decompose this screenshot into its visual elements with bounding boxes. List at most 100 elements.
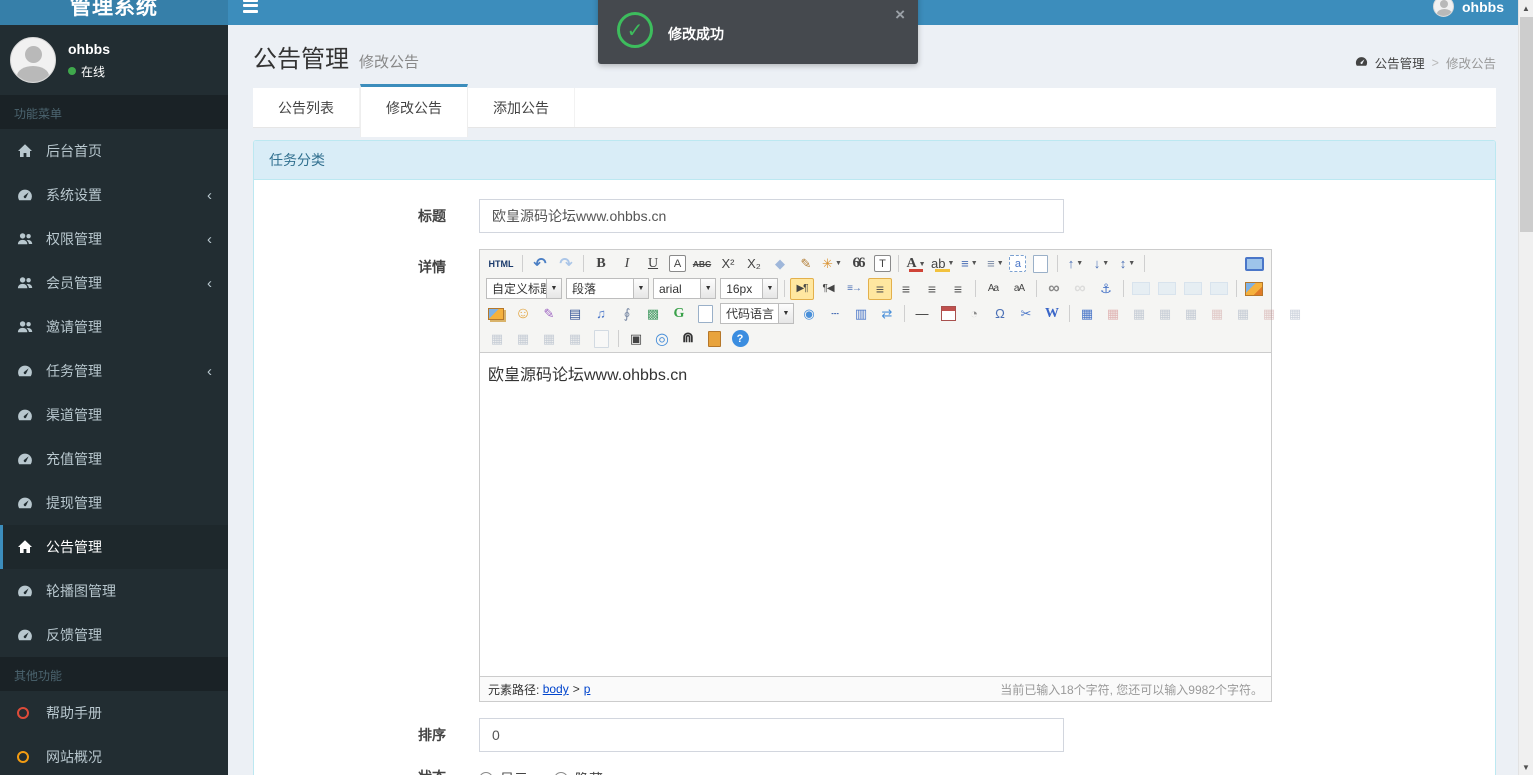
sidebar-toggle-icon[interactable] xyxy=(243,0,261,14)
uppercase-icon[interactable]: Aa xyxy=(981,278,1005,300)
status-radio-show[interactable]: 显示 xyxy=(479,769,528,775)
insert-time-icon[interactable]: ◔ xyxy=(962,303,986,325)
tab-announcement-list[interactable]: 公告列表 xyxy=(253,88,360,127)
block-select[interactable]: 段落 ▼ xyxy=(566,278,649,299)
insert-music-icon[interactable]: ♫ xyxy=(589,303,613,325)
format-a-icon[interactable]: A xyxy=(669,255,686,272)
undo-icon[interactable]: ↶ xyxy=(528,253,552,275)
sidebar-item-feedback[interactable]: 反馈管理 xyxy=(0,613,228,657)
screenshot-icon[interactable]: ✂ xyxy=(1014,303,1038,325)
transfer-icon[interactable]: ⇄ xyxy=(875,303,899,325)
insert-map-icon[interactable]: ▩ xyxy=(641,303,665,325)
insert-columns-icon[interactable]: ▥ xyxy=(849,303,873,325)
editor-content[interactable]: 欧皇源码论坛www.ohbbs.cn xyxy=(480,353,1271,676)
sort-input[interactable] xyxy=(479,718,1064,752)
ordered-list-icon[interactable]: ≡ ▼ xyxy=(957,253,981,275)
page-break-icon[interactable]: ┄ xyxy=(823,303,847,325)
tab-add-announcement[interactable]: 添加公告 xyxy=(468,88,575,127)
vertical-scrollbar[interactable]: ▲ ▼ xyxy=(1518,0,1533,775)
left-to-right-icon[interactable]: ▶¶ xyxy=(790,277,814,300)
code-language-select[interactable]: 代码语言 ▼ xyxy=(720,303,794,324)
font-color-icon[interactable]: A ▼ xyxy=(904,253,928,275)
size-select[interactable]: 16px ▼ xyxy=(720,278,778,299)
inline-code-icon[interactable]: a xyxy=(1009,255,1027,272)
source-icon[interactable]: HTML xyxy=(485,253,517,275)
insert-image-icon[interactable] xyxy=(1242,278,1266,300)
link-icon[interactable]: ∞ xyxy=(1042,278,1066,300)
insert-video-icon[interactable]: ▤ xyxy=(563,303,587,325)
emoticons-icon[interactable]: ☺ xyxy=(511,303,535,325)
quick-format-icon[interactable]: ✎ xyxy=(794,253,818,275)
graffiti-icon[interactable]: ✎ xyxy=(537,303,561,325)
sidebar-item-withdraw[interactable]: 提现管理 xyxy=(0,481,228,525)
status-radio-hide[interactable]: 隐藏 xyxy=(554,769,603,775)
horizontal-rule-icon[interactable]: — xyxy=(910,303,934,325)
title-input[interactable] xyxy=(479,199,1064,233)
highlight-color-icon[interactable]: ab ▼ xyxy=(930,253,955,275)
line-height-icon[interactable]: ↕ ▼ xyxy=(1115,253,1139,275)
insert-code-icon[interactable]: ◉ xyxy=(797,303,821,325)
unordered-list-icon[interactable]: ≡ ▼ xyxy=(983,253,1007,275)
help-icon[interactable]: ? xyxy=(728,328,752,350)
new-document-icon[interactable] xyxy=(1028,253,1052,275)
template-icon[interactable]: ✳ ▼ xyxy=(820,253,844,275)
paragraph-space-top-icon[interactable]: ↑ ▼ xyxy=(1063,253,1087,275)
indent-icon[interactable]: ≡→ xyxy=(842,278,866,300)
tab-edit-announcement[interactable]: 修改公告 xyxy=(360,84,468,137)
sidebar-item-carousel[interactable]: 轮播图管理 xyxy=(0,569,228,613)
align-center-icon[interactable]: ≡ xyxy=(894,278,918,300)
sidebar-item-channels[interactable]: 渠道管理 xyxy=(0,393,228,437)
align-left-icon[interactable]: ≡ xyxy=(868,277,892,300)
paragraph-space-bottom-icon[interactable]: ↓ ▼ xyxy=(1089,253,1113,275)
heading-select[interactable]: 自定义标题▼ xyxy=(486,278,562,299)
batch-image-upload-icon[interactable] xyxy=(485,303,509,325)
sidebar-item-help-manual[interactable]: 帮助手册 xyxy=(0,691,228,735)
clipboard-icon[interactable] xyxy=(702,328,726,350)
sidebar-item-invites[interactable]: 邀请管理 xyxy=(0,305,228,349)
superscript-icon[interactable]: X² xyxy=(716,253,740,275)
scroll-down-icon[interactable]: ▼ xyxy=(1519,759,1533,775)
lowercase-icon[interactable]: aA xyxy=(1007,278,1031,300)
right-to-left-icon[interactable]: ¶◀ xyxy=(816,278,840,300)
sidebar-item-home[interactable]: 后台首页 xyxy=(0,129,228,173)
subscript-icon[interactable]: X₂ xyxy=(742,253,766,275)
scrollbar-thumb[interactable] xyxy=(1520,17,1533,232)
sidebar-item-announcements[interactable]: 公告管理 xyxy=(0,525,228,569)
eraser-icon[interactable]: ◆ xyxy=(768,253,792,275)
brand-logo[interactable]: 管理系统 xyxy=(0,0,228,25)
font-select[interactable]: arial ▼ xyxy=(653,278,717,299)
sidebar-item-members[interactable]: 会员管理 ‹ xyxy=(0,261,228,305)
sidebar-item-permissions[interactable]: 权限管理 ‹ xyxy=(0,217,228,261)
scroll-up-icon[interactable]: ▲ xyxy=(1519,0,1533,16)
blockquote-icon[interactable]: 66 xyxy=(846,253,870,275)
user-status[interactable]: 在线 xyxy=(68,63,110,80)
insert-page-icon[interactable] xyxy=(693,303,717,325)
insert-attachment-icon[interactable]: ∮ xyxy=(615,303,639,325)
sidebar-item-tasks[interactable]: 任务管理 ‹ xyxy=(0,349,228,393)
italic-icon[interactable]: I xyxy=(615,253,639,275)
sidebar-item-recharge[interactable]: 充值管理 xyxy=(0,437,228,481)
insert-date-icon[interactable] xyxy=(936,303,960,325)
print-icon[interactable]: ▣ xyxy=(624,328,648,350)
bold-icon[interactable]: B xyxy=(589,253,613,275)
redo-icon[interactable]: ↷ xyxy=(554,253,578,275)
paste-as-text-icon[interactable]: T xyxy=(874,255,891,272)
path-link-body[interactable]: body xyxy=(543,682,569,696)
sidebar-item-system-settings[interactable]: 系统设置 ‹ xyxy=(0,173,228,217)
anchor-icon[interactable]: ⚓ xyxy=(1094,278,1118,300)
word-paste-icon[interactable]: W xyxy=(1040,303,1064,325)
breadcrumb-root[interactable]: 公告管理 xyxy=(1375,53,1425,72)
preview-icon[interactable]: ◎ xyxy=(650,328,674,350)
path-link-p[interactable]: p xyxy=(584,682,591,696)
special-char-icon[interactable]: Ω xyxy=(988,303,1012,325)
toast-close-icon[interactable]: × xyxy=(895,6,905,23)
fullscreen-icon[interactable] xyxy=(1242,253,1266,275)
sidebar-item-site-overview[interactable]: 网站概况 xyxy=(0,735,228,775)
underline-icon[interactable]: U xyxy=(641,253,665,275)
strikethrough-icon[interactable]: ABC xyxy=(690,253,714,275)
google-map-icon[interactable]: G xyxy=(667,303,691,325)
align-right-icon[interactable]: ≡ xyxy=(920,278,944,300)
align-justify-icon[interactable]: ≡ xyxy=(946,278,970,300)
insert-table-icon[interactable]: ▦ xyxy=(1075,303,1099,325)
navbar-user-menu[interactable]: ohbbs xyxy=(1433,0,1504,17)
